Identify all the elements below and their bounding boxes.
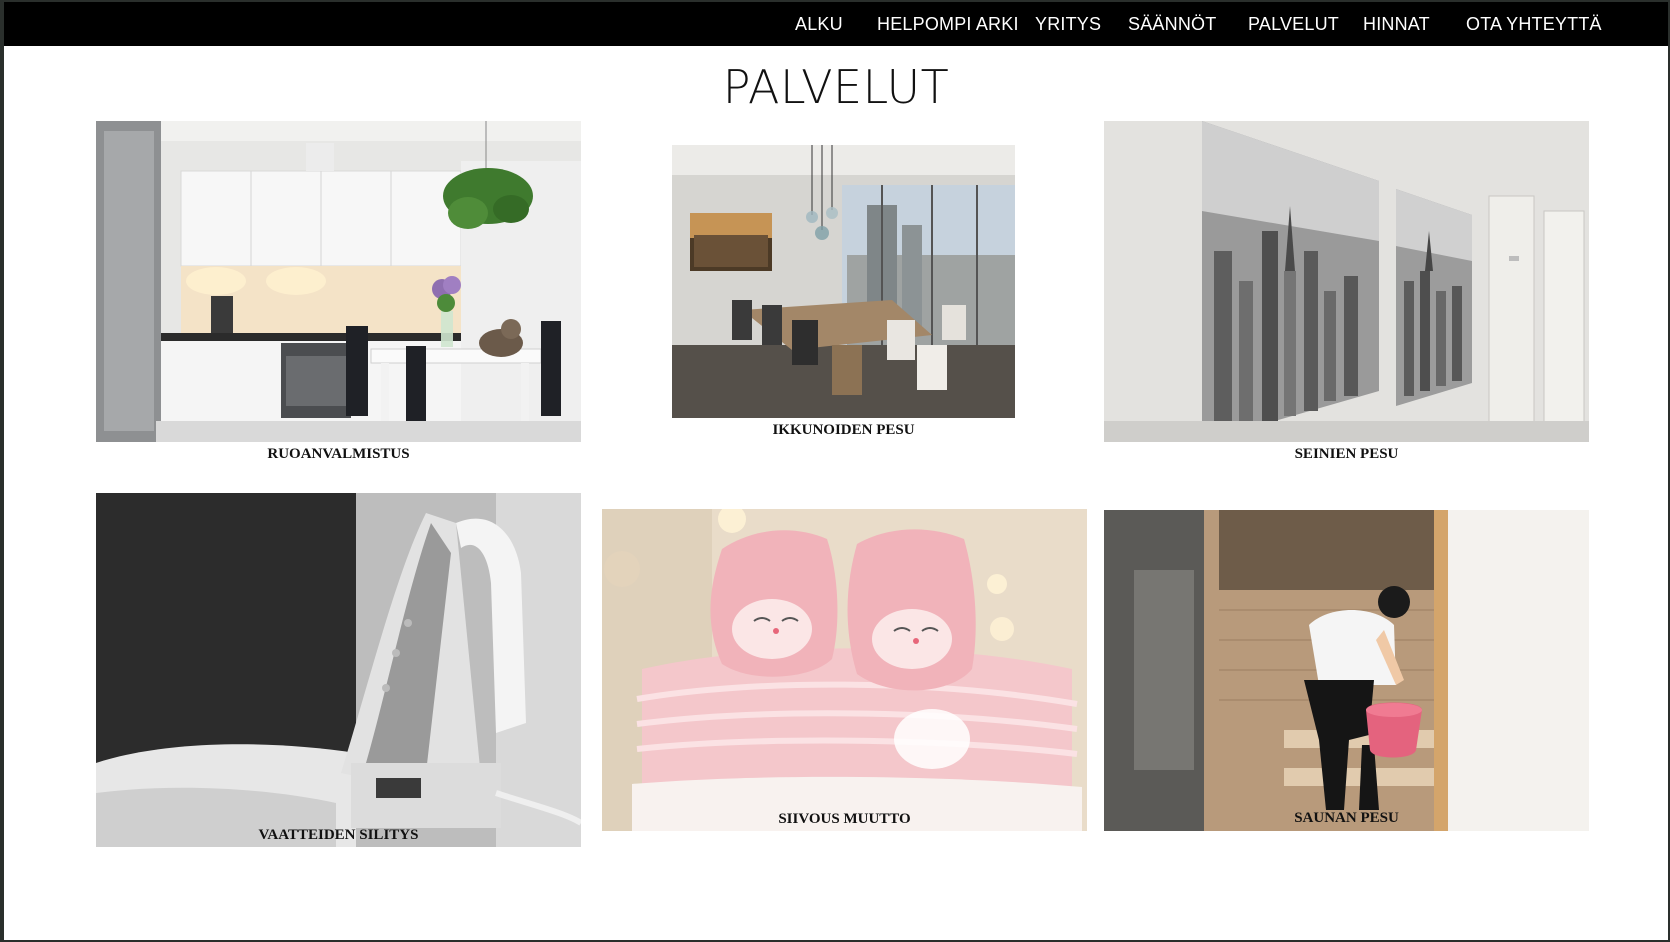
page-title: PALVELUT xyxy=(722,60,950,114)
service-caption-saunan-pesu[interactable]: SAUNAN PESU xyxy=(1104,810,1589,827)
nav-item-saannot[interactable]: SÄÄNNÖT xyxy=(1128,2,1216,46)
sauna-cleaning-photo[interactable] xyxy=(1104,510,1589,831)
iron-photo[interactable] xyxy=(96,493,581,847)
nav-item-palvelut[interactable]: PALVELUT xyxy=(1248,2,1339,46)
nav-item-hinnat[interactable]: HINNAT xyxy=(1363,2,1430,46)
conference-room-photo[interactable] xyxy=(672,145,1015,418)
service-caption-ikkunoiden-pesu[interactable]: IKKUNOIDEN PESU xyxy=(672,422,1015,439)
nav-item-yritys[interactable]: YRITYS xyxy=(1035,2,1101,46)
nav-item-alku[interactable]: ALKU xyxy=(795,2,843,46)
nav-item-ota-yhteytta[interactable]: OTA YHTEYTTÄ xyxy=(1466,2,1602,46)
service-caption-ruoanvalmistus[interactable]: RUOANVALMISTUS xyxy=(96,446,581,463)
service-caption-siivous-muutto[interactable]: SIIVOUS MUUTTO xyxy=(602,811,1087,828)
page: ALKU HELPOMPI ARKI YRITYS SÄÄNNÖT PALVEL… xyxy=(4,2,1668,940)
service-caption-vaatteiden-silitys[interactable]: VAATTEIDEN SILITYS xyxy=(96,827,581,844)
nav-item-helpompi-arki[interactable]: HELPOMPI ARKI xyxy=(877,2,1019,46)
baby-shoes-photo[interactable] xyxy=(602,509,1087,831)
kitchen-photo[interactable] xyxy=(96,121,581,442)
city-canvas-photo[interactable] xyxy=(1104,121,1589,442)
top-nav: ALKU HELPOMPI ARKI YRITYS SÄÄNNÖT PALVEL… xyxy=(4,2,1668,46)
service-caption-seinien-pesu[interactable]: SEINIEN PESU xyxy=(1104,446,1589,463)
